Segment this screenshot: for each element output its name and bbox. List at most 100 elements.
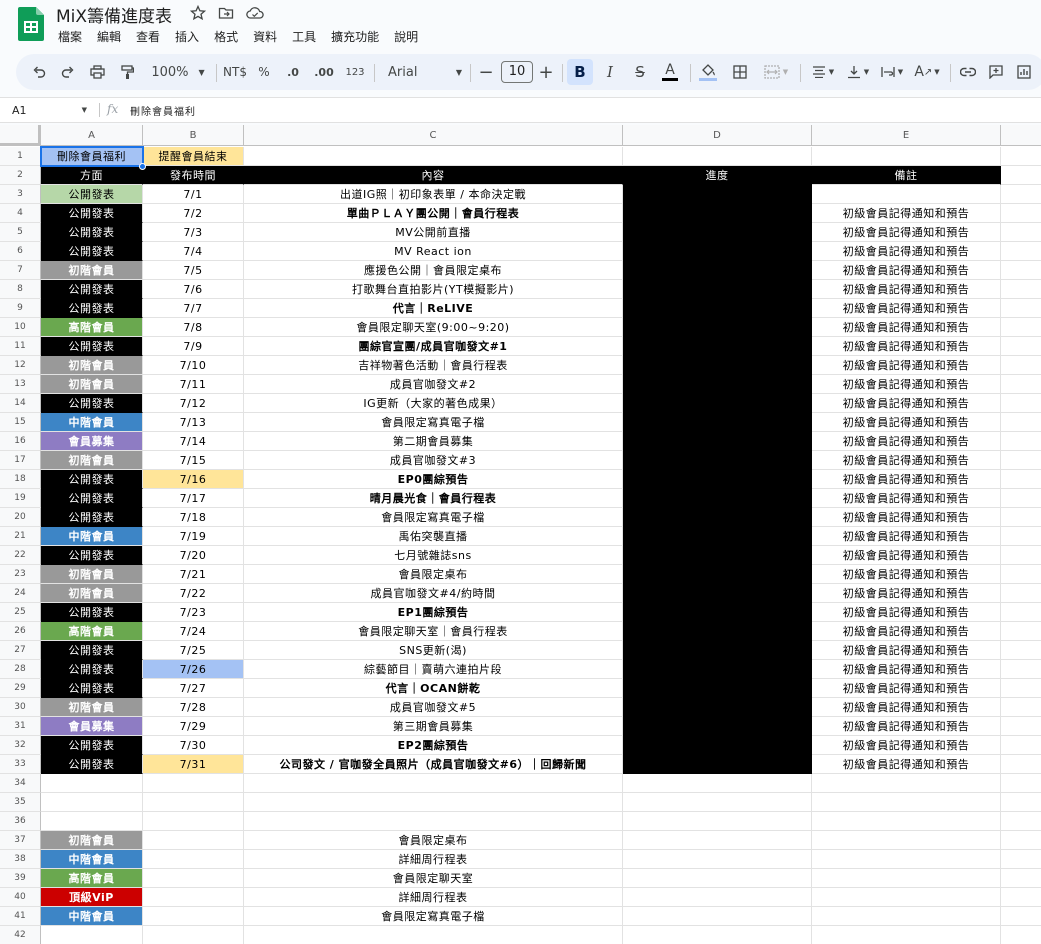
cell-a[interactable]: 初階會員 — [41, 831, 143, 850]
cell-a[interactable]: 公開發表 — [41, 242, 143, 261]
cell-e[interactable]: 初級會員記得通知和預告 — [812, 413, 1001, 432]
cell-b[interactable]: 7/14 — [143, 432, 244, 451]
sheets-logo-icon[interactable] — [18, 7, 44, 41]
cell-a[interactable]: 初階會員 — [41, 698, 143, 717]
cell-b[interactable]: 7/6 — [143, 280, 244, 299]
cell-c[interactable]: 晴月晨光食｜會員行程表 — [244, 489, 623, 508]
cell-a[interactable]: 公開發表 — [41, 660, 143, 679]
row-header[interactable]: 1 — [0, 147, 41, 166]
menu-insert[interactable]: 插入 — [175, 28, 199, 46]
cell-a[interactable]: 公開發表 — [41, 223, 143, 242]
cell-e[interactable]: 初級會員記得通知和預告 — [812, 603, 1001, 622]
cell-d[interactable]: 進度 — [623, 166, 812, 185]
cell-b[interactable]: 7/9 — [143, 337, 244, 356]
cell-c[interactable]: 會員限定寫真電子檔 — [244, 508, 623, 527]
cell-a[interactable]: 公開發表 — [41, 280, 143, 299]
cell-b[interactable]: 7/18 — [143, 508, 244, 527]
row-header[interactable]: 28 — [0, 660, 41, 679]
zoom-select[interactable]: 100% ▼ — [146, 54, 210, 90]
cell-d[interactable] — [623, 508, 812, 527]
cell-d[interactable] — [623, 603, 812, 622]
cell-c[interactable]: MV React ion — [244, 242, 623, 261]
cell-a[interactable]: 公開發表 — [41, 185, 143, 204]
cell-e[interactable]: 初級會員記得通知和預告 — [812, 717, 1001, 736]
cell-a[interactable]: 公開發表 — [41, 679, 143, 698]
cell-f[interactable] — [1001, 641, 1041, 660]
cell-a[interactable]: 公開發表 — [41, 508, 143, 527]
row-header[interactable]: 13 — [0, 375, 41, 394]
row-header[interactable]: 42 — [0, 926, 41, 944]
column-header-c[interactable]: C — [244, 125, 623, 146]
cell-c[interactable]: 成員官咖發文#3 — [244, 451, 623, 470]
cell-c[interactable]: 應援色公開｜會員限定桌布 — [244, 261, 623, 280]
column-header-f[interactable] — [1001, 125, 1041, 146]
cell-e[interactable]: 初級會員記得通知和預告 — [812, 698, 1001, 717]
row-header[interactable]: 9 — [0, 299, 41, 318]
cell-d[interactable] — [623, 318, 812, 337]
cell-b[interactable]: 7/1 — [143, 185, 244, 204]
cell-e[interactable] — [812, 185, 1001, 204]
cell-d[interactable] — [623, 622, 812, 641]
cell-d[interactable] — [623, 926, 812, 944]
cell-f[interactable] — [1001, 736, 1041, 755]
cell-b[interactable]: 7/11 — [143, 375, 244, 394]
cell-c[interactable]: 代言｜ReLIVE — [244, 299, 623, 318]
cell-d[interactable] — [623, 337, 812, 356]
cell-e[interactable]: 初級會員記得通知和預告 — [812, 318, 1001, 337]
cell-e[interactable]: 初級會員記得通知和預告 — [812, 489, 1001, 508]
paint-format-icon[interactable] — [116, 54, 138, 90]
row-header[interactable]: 29 — [0, 679, 41, 698]
cell-a[interactable]: 方面 — [41, 166, 143, 185]
row-header[interactable]: 6 — [0, 242, 41, 261]
cell-a[interactable]: 初階會員 — [41, 356, 143, 375]
print-icon[interactable] — [86, 54, 108, 90]
spreadsheet-grid[interactable]: A B C D E 1 刪除會員福利 提醒會員結束 2 方面 發布時間 內容 進度 備註 3 公開發… — [0, 125, 1041, 944]
row-header[interactable]: 40 — [0, 888, 41, 907]
cell-f[interactable] — [1001, 527, 1041, 546]
cell-d[interactable] — [623, 185, 812, 204]
cell-f[interactable] — [1001, 850, 1041, 869]
cell-d[interactable] — [623, 850, 812, 869]
cell-e[interactable]: 初級會員記得通知和預告 — [812, 622, 1001, 641]
cell-f[interactable] — [1001, 204, 1041, 223]
cell-d[interactable] — [623, 679, 812, 698]
cell-e[interactable]: 初級會員記得通知和預告 — [812, 356, 1001, 375]
fill-color-icon[interactable] — [696, 54, 720, 90]
row-header[interactable]: 15 — [0, 413, 41, 432]
cell-d[interactable] — [623, 280, 812, 299]
cell-a[interactable]: 公開發表 — [41, 755, 143, 774]
cell-e[interactable]: 初級會員記得通知和預告 — [812, 584, 1001, 603]
cell-a[interactable]: 頂級ViP — [41, 888, 143, 907]
cell-e[interactable] — [812, 926, 1001, 944]
cell-b[interactable]: 提醒會員結束 — [143, 147, 244, 166]
menu-edit[interactable]: 編輯 — [97, 28, 121, 46]
cell-b[interactable]: 7/28 — [143, 698, 244, 717]
row-header[interactable]: 34 — [0, 774, 41, 793]
column-header-d[interactable]: D — [623, 125, 812, 146]
font-size-input[interactable]: 10 — [500, 54, 534, 90]
cell-e[interactable]: 初級會員記得通知和預告 — [812, 565, 1001, 584]
cell-b[interactable]: 7/17 — [143, 489, 244, 508]
cell-e[interactable]: 初級會員記得通知和預告 — [812, 280, 1001, 299]
cell-b[interactable]: 7/26 — [143, 660, 244, 679]
cell-a[interactable]: 初階會員 — [41, 565, 143, 584]
cell-c[interactable]: 七月號雜誌sns — [244, 546, 623, 565]
more-formats-button[interactable]: 123 — [342, 54, 368, 90]
vertical-align-icon[interactable]: ▼ — [842, 54, 874, 90]
cell-b[interactable]: 7/16 — [143, 470, 244, 489]
cell-b[interactable] — [143, 812, 244, 831]
cell-b[interactable]: 7/21 — [143, 565, 244, 584]
cell-b[interactable]: 7/4 — [143, 242, 244, 261]
move-folder-icon[interactable] — [218, 5, 234, 21]
cell-e[interactable]: 初級會員記得通知和預告 — [812, 679, 1001, 698]
cell-c[interactable]: 會員限定桌布 — [244, 831, 623, 850]
cell-b[interactable] — [143, 850, 244, 869]
cell-e[interactable]: 備註 — [812, 166, 1001, 185]
menu-extensions[interactable]: 擴充功能 — [331, 28, 379, 46]
undo-icon[interactable] — [28, 54, 50, 90]
cell-c[interactable]: 打歌舞台直拍影片(YT模擬影片) — [244, 280, 623, 299]
row-header[interactable]: 30 — [0, 698, 41, 717]
cell-b[interactable]: 7/12 — [143, 394, 244, 413]
column-header-a[interactable]: A — [41, 125, 143, 146]
cell-d[interactable] — [623, 470, 812, 489]
